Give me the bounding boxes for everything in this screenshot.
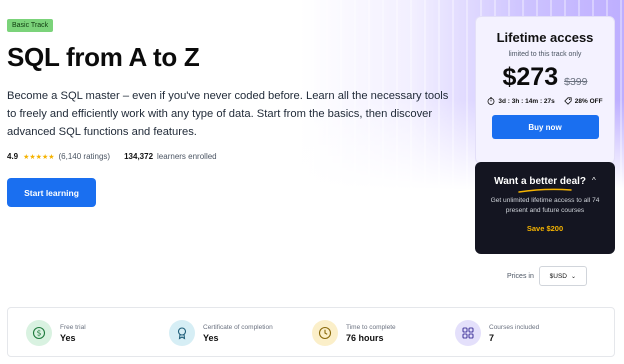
chevron-down-icon: ⌄ xyxy=(571,273,577,280)
old-price: $399 xyxy=(564,76,588,88)
course-meta: 4.9 ★★★★★ (6,140 ratings) 134,372 learne… xyxy=(7,152,467,161)
offer-timer-row: 3d : 3h : 14m : 27s 28% OFF xyxy=(476,97,614,105)
course-description: Become a SQL master – even if you've nev… xyxy=(7,90,449,138)
pricing-subtitle: limited to this track only xyxy=(508,51,582,58)
better-deal-card[interactable]: Want a better deal? ^ Get unlimited life… xyxy=(475,162,615,254)
pricing-title: Lifetime access xyxy=(496,30,594,45)
ratings-count: (6,140 ratings) xyxy=(58,152,111,161)
certificate-icon xyxy=(169,320,195,346)
pricing-card: Lifetime access limited to this track on… xyxy=(475,16,615,164)
underline-decoration xyxy=(518,188,572,193)
clock-icon xyxy=(312,320,338,346)
tag-icon xyxy=(563,97,572,105)
save-amount-link[interactable]: Save $200 xyxy=(475,224,615,233)
price-row: $273 $399 xyxy=(476,63,614,92)
rating-value: 4.9 xyxy=(7,152,19,161)
start-learning-button[interactable]: Start learning xyxy=(7,178,96,207)
currency-select[interactable]: $USD ⌄ xyxy=(538,266,587,286)
timer-icon xyxy=(487,97,495,105)
deal-description: Get unlimited lifetime access to all 74 … xyxy=(490,197,600,214)
track-badge: Basic Track xyxy=(7,19,54,32)
svg-text:$: $ xyxy=(37,329,42,338)
info-item-free-trial: $ Free trial Yes xyxy=(26,320,86,346)
currency-label: Prices in xyxy=(507,272,534,280)
info-value: Yes xyxy=(203,332,219,343)
info-value: Yes xyxy=(60,332,76,343)
countdown-timer: 3d : 3h : 14m : 27s xyxy=(498,97,555,105)
currency-selector-row: Prices in $USD ⌄ xyxy=(507,266,587,286)
buy-now-button[interactable]: Buy now xyxy=(491,115,599,139)
course-info-strip: $ Free trial Yes Certificate of completi… xyxy=(7,307,615,357)
rating-stars-icon: ★★★★★ xyxy=(23,153,55,161)
grid-icon xyxy=(455,320,481,346)
info-label: Time to complete xyxy=(346,323,396,331)
info-item-courses: Courses included 7 xyxy=(455,320,539,346)
current-price: $273 xyxy=(502,63,559,91)
dollar-icon: $ xyxy=(26,320,52,346)
learners-label: learners enrolled xyxy=(157,152,217,161)
info-label: Courses included xyxy=(489,323,540,331)
chevron-up-icon[interactable]: ^ xyxy=(592,176,596,185)
course-hero: Basic Track SQL from A to Z Become a SQL… xyxy=(7,14,467,207)
info-item-time: Time to complete 76 hours xyxy=(312,320,396,346)
deal-title: Want a better deal? xyxy=(494,176,587,187)
info-label: Certificate of completion xyxy=(203,323,273,331)
info-value: 76 hours xyxy=(346,332,384,343)
info-item-certificate: Certificate of completion Yes xyxy=(169,320,273,346)
currency-selected-value: $USD xyxy=(549,272,567,280)
info-label: Free trial xyxy=(60,323,86,331)
deal-header: Want a better deal? ^ xyxy=(475,176,615,187)
info-value: 7 xyxy=(489,332,495,343)
learners-count: 134,372 xyxy=(124,152,154,161)
discount-label: 28% OFF xyxy=(574,97,603,105)
page-title: SQL from A to Z xyxy=(7,42,200,72)
